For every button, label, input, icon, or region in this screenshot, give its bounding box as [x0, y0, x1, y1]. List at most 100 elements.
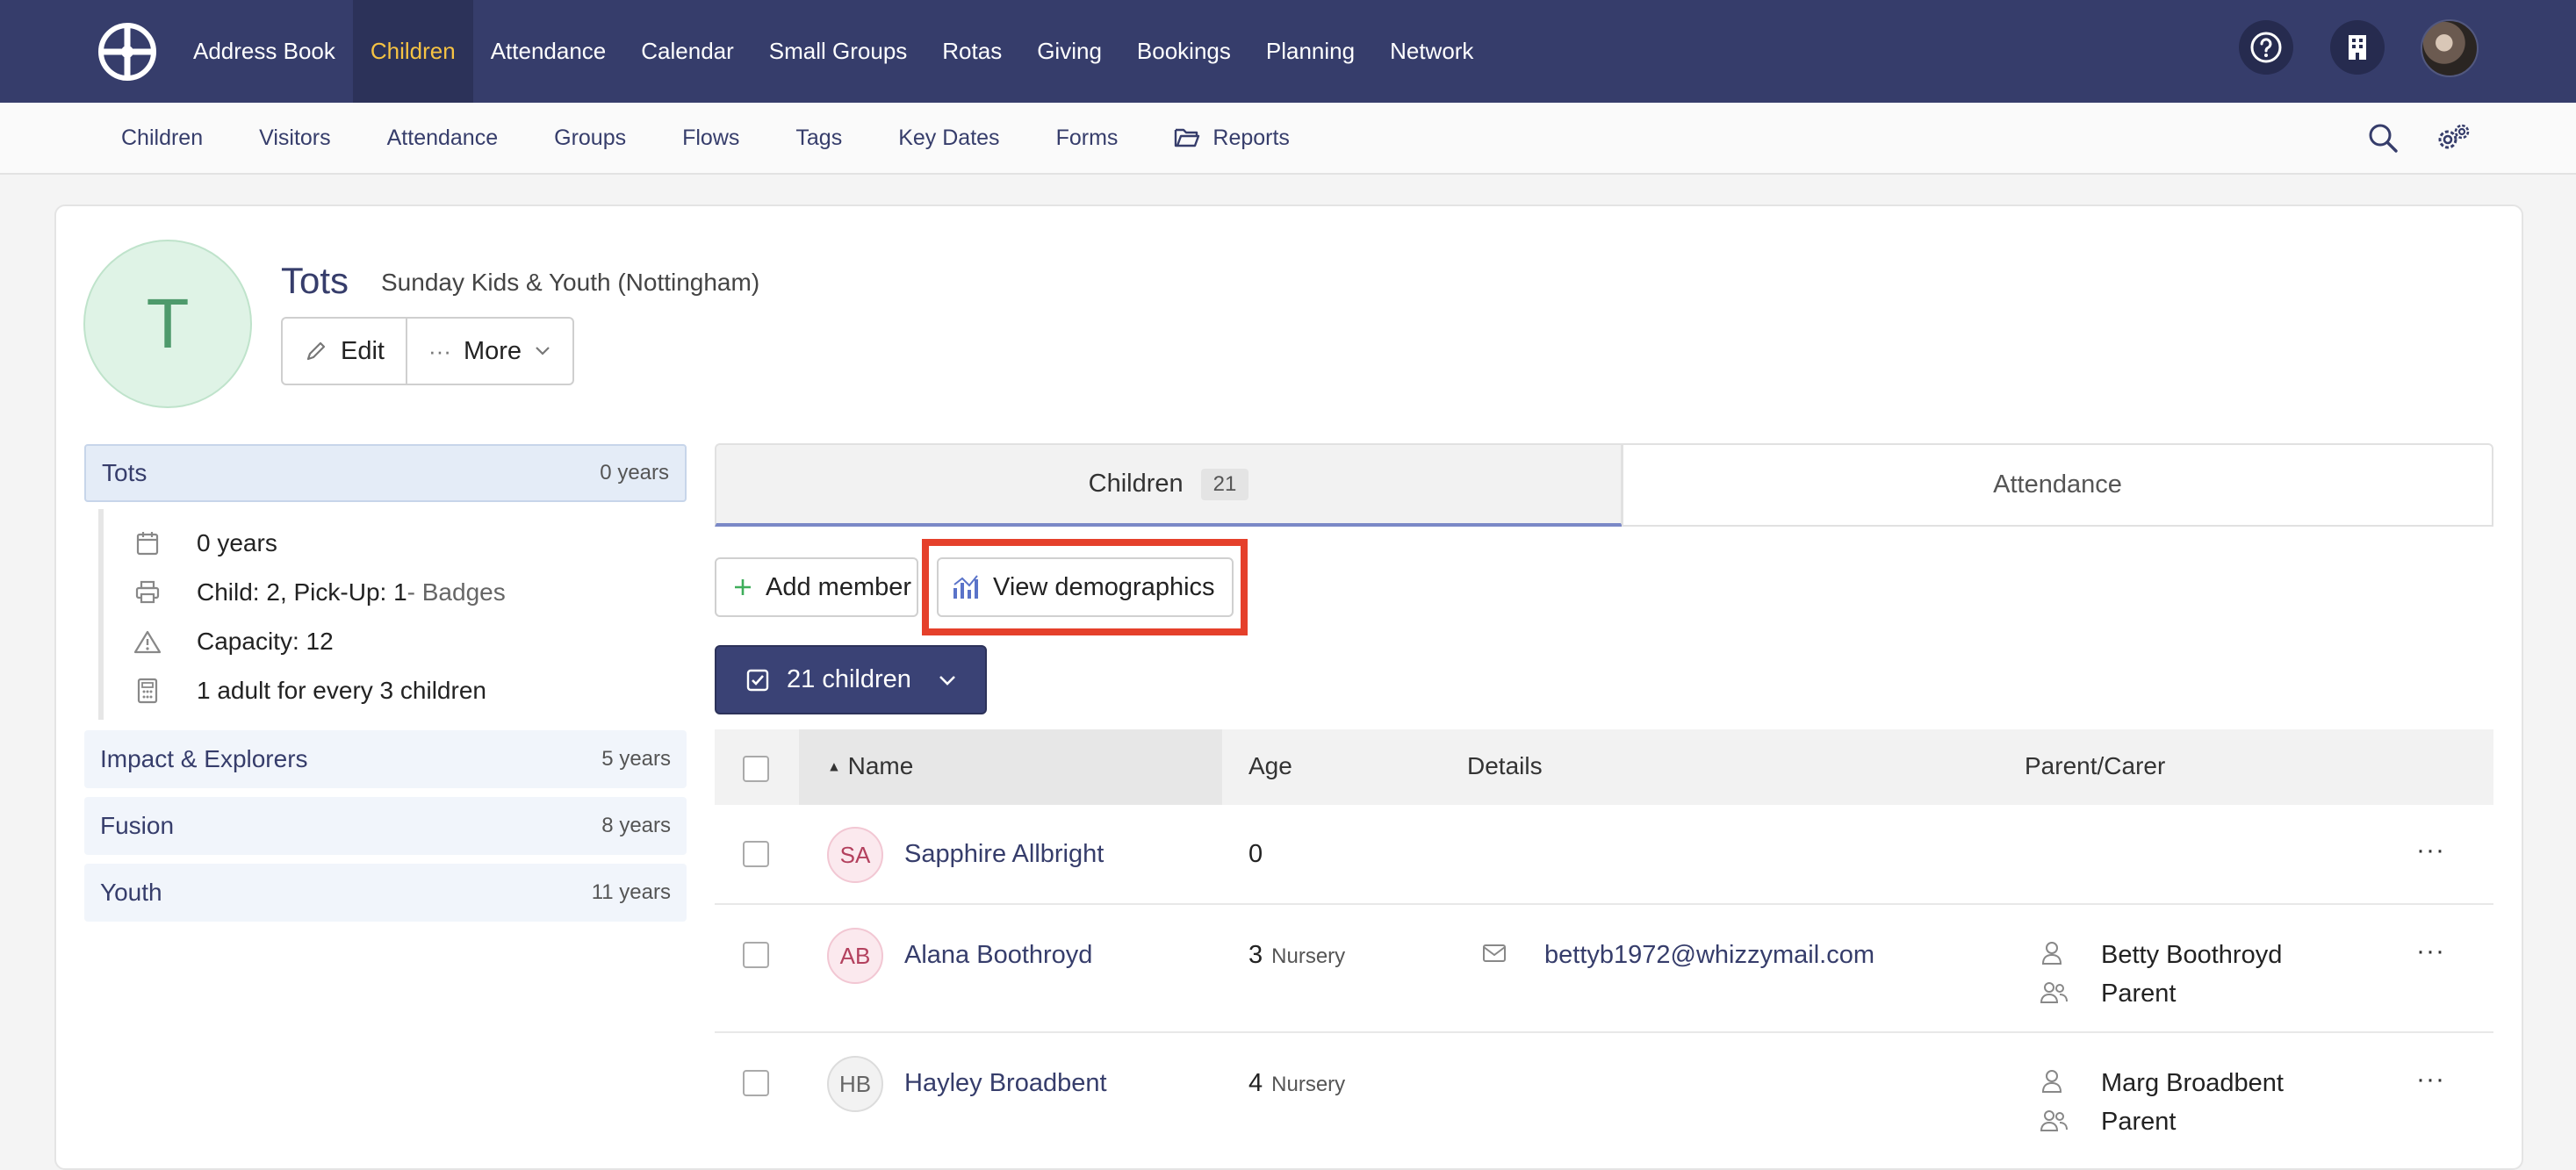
- building-icon[interactable]: [2330, 20, 2385, 75]
- parent-email-link[interactable]: bettyb1972@whizzymail.com: [1544, 941, 1874, 970]
- tab-children[interactable]: Children 21: [715, 443, 1623, 527]
- calculator-icon: [132, 675, 163, 707]
- add-member-label: Add member: [766, 572, 912, 601]
- school-year: Nursery: [1271, 1073, 1346, 1096]
- envelope-icon: [1482, 943, 1507, 964]
- nav-rotas[interactable]: Rotas: [925, 0, 1019, 103]
- child-name-link[interactable]: Alana Boothroyd: [904, 941, 1092, 970]
- add-member-button[interactable]: Add member: [715, 557, 918, 617]
- nav-small-groups[interactable]: Small Groups: [752, 0, 925, 103]
- sub-navbar: Children Visitors Attendance Groups Flow…: [0, 103, 2576, 175]
- sidebar-group-fusion[interactable]: Fusion 8 years: [84, 797, 687, 855]
- child-avatar: HB: [827, 1056, 883, 1112]
- sidebar-group-tots[interactable]: Tots 0 years: [84, 444, 687, 502]
- age-value: 3: [1248, 941, 1263, 969]
- nav-network[interactable]: Network: [1372, 0, 1491, 103]
- detail-age-text: 0 years: [197, 529, 277, 556]
- parent-name: Betty Boothroyd: [2101, 941, 2283, 969]
- tab-attendance[interactable]: Attendance: [1622, 443, 2493, 527]
- subnav-groups[interactable]: Groups: [526, 126, 654, 151]
- parent-name: Marg Broadbent: [2101, 1069, 2284, 1097]
- age-value: 0: [1248, 840, 1263, 868]
- parent-relation: Parent: [2101, 980, 2177, 1008]
- sidebar-group-youth[interactable]: Youth 11 years: [84, 864, 687, 922]
- detail-labels-text: Child: 2, Pick-Up: 1: [197, 578, 407, 606]
- sidebar-group-age: 0 years: [600, 461, 669, 485]
- detail-age: 0 years: [132, 526, 277, 561]
- row-more-menu[interactable]: ···: [2416, 836, 2445, 865]
- detail-divider: [98, 509, 104, 720]
- settings-gears-icon[interactable]: [2435, 119, 2472, 156]
- people-icon: [2039, 980, 2069, 1005]
- name-header-label: Name: [847, 752, 914, 779]
- nav-calendar[interactable]: Calendar: [623, 0, 752, 103]
- subnav-attendance[interactable]: Attendance: [359, 126, 527, 151]
- sidebar-group-age: 11 years: [591, 880, 671, 904]
- view-demographics-button[interactable]: View demographics: [937, 557, 1234, 617]
- person-icon: [2040, 941, 2063, 965]
- row-checkbox[interactable]: [743, 841, 769, 867]
- detail-ratio: 1 adult for every 3 children: [132, 673, 486, 708]
- child-age: 3 Nursery: [1248, 941, 1345, 970]
- sub-nav-menu: Children Visitors Attendance Groups Flow…: [93, 103, 1318, 173]
- details-column-header: Details: [1467, 752, 1543, 779]
- nav-bookings[interactable]: Bookings: [1119, 0, 1248, 103]
- child-age: 0: [1248, 840, 1263, 869]
- plus-icon: [732, 577, 753, 598]
- subnav-children[interactable]: Children: [93, 126, 231, 151]
- sidebar-group-age: 5 years: [601, 747, 671, 771]
- row-divider: [715, 1031, 2493, 1033]
- nav-children[interactable]: Children: [352, 0, 473, 103]
- warning-icon: [132, 626, 163, 657]
- calendar-icon: [132, 528, 163, 559]
- subnav-visitors[interactable]: Visitors: [231, 126, 359, 151]
- row-checkbox[interactable]: [743, 1070, 769, 1096]
- more-button[interactable]: ··· More: [405, 319, 572, 384]
- age-value: 4: [1248, 1069, 1263, 1097]
- top-navbar: Address Book Children Attendance Calenda…: [0, 0, 2576, 103]
- subnav-key-dates[interactable]: Key Dates: [870, 126, 1027, 151]
- edit-button[interactable]: Edit: [283, 319, 406, 384]
- name-column-header[interactable]: ▲ Name: [827, 752, 913, 780]
- child-name-link[interactable]: Hayley Broadbent: [904, 1069, 1107, 1098]
- sidebar-group-age: 8 years: [601, 814, 671, 837]
- subnav-tags[interactable]: Tags: [767, 126, 870, 151]
- pencil-icon: [304, 339, 328, 363]
- subnav-forms[interactable]: Forms: [1028, 126, 1147, 151]
- nav-address-book[interactable]: Address Book: [176, 0, 353, 103]
- header-button-group: Edit ··· More: [281, 317, 575, 385]
- age-column-header[interactable]: Age: [1248, 752, 1292, 780]
- more-label: More: [463, 336, 522, 365]
- logo-icon[interactable]: [97, 22, 157, 82]
- subnav-reports-label: Reports: [1212, 125, 1290, 150]
- sidebar-group-name: Impact & Explorers: [100, 745, 308, 772]
- detail-badges-link[interactable]: - Badges: [407, 578, 506, 607]
- sidebar-group-name: Fusion: [100, 812, 175, 839]
- subnav-reports[interactable]: Reports: [1146, 126, 1318, 151]
- user-avatar[interactable]: [2421, 19, 2479, 77]
- detail-capacity-text: Capacity: 12: [197, 628, 334, 655]
- sort-asc-icon: ▲: [827, 759, 841, 775]
- sidebar-group-name: Youth: [100, 879, 162, 906]
- subnav-flows[interactable]: Flows: [654, 126, 767, 151]
- parent-column-header: Parent/Carer: [2025, 752, 2166, 779]
- row-checkbox[interactable]: [743, 942, 769, 968]
- chevron-down-icon: [534, 345, 551, 357]
- children-count-badge: 21: [1200, 468, 1249, 500]
- people-icon: [2039, 1109, 2069, 1133]
- help-icon[interactable]: [2239, 20, 2293, 75]
- search-icon[interactable]: [2364, 119, 2401, 156]
- select-all-checkbox[interactable]: [743, 756, 769, 782]
- sidebar-group-name: Tots: [102, 459, 148, 486]
- sidebar-group-impact-explorers[interactable]: Impact & Explorers 5 years: [84, 730, 687, 788]
- child-name-link[interactable]: Sapphire Allbright: [904, 840, 1104, 869]
- page-subtitle: Sunday Kids & Youth (Nottingham): [381, 269, 760, 296]
- select-children-dropdown[interactable]: 21 children: [715, 645, 987, 714]
- nav-attendance[interactable]: Attendance: [473, 0, 624, 103]
- chevron-down-icon: [938, 674, 957, 686]
- row-more-menu[interactable]: ···: [2416, 1065, 2445, 1095]
- nav-giving[interactable]: Giving: [1019, 0, 1119, 103]
- tab-children-label: Children: [1088, 470, 1184, 498]
- row-more-menu[interactable]: ···: [2416, 937, 2445, 966]
- nav-planning[interactable]: Planning: [1248, 0, 1372, 103]
